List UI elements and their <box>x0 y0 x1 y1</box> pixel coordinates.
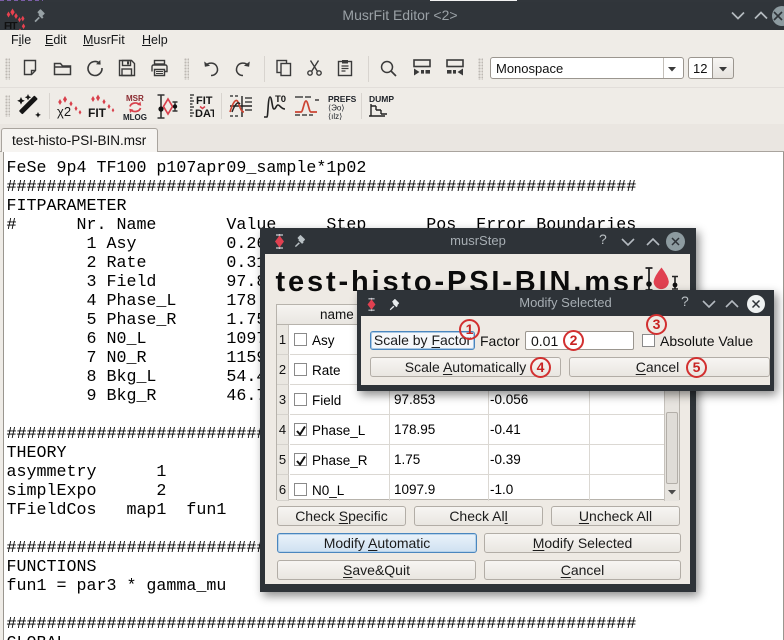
svg-text:MSR: MSR <box>126 94 144 103</box>
svg-text:MLOG: MLOG <box>123 113 147 120</box>
svg-text:FIT: FIT <box>88 106 107 120</box>
svg-text:T0: T0 <box>275 94 286 105</box>
svg-text:DUMP: DUMP <box>369 94 394 104</box>
svg-text:χ2: χ2 <box>57 104 71 119</box>
svg-text:PREFS: PREFS <box>328 94 356 104</box>
svg-text:FIT: FIT <box>196 95 213 107</box>
svg-text:DAT: DAT <box>195 108 214 120</box>
svg-text:⟨ılz⟩: ⟨ılz⟩ <box>328 112 342 120</box>
